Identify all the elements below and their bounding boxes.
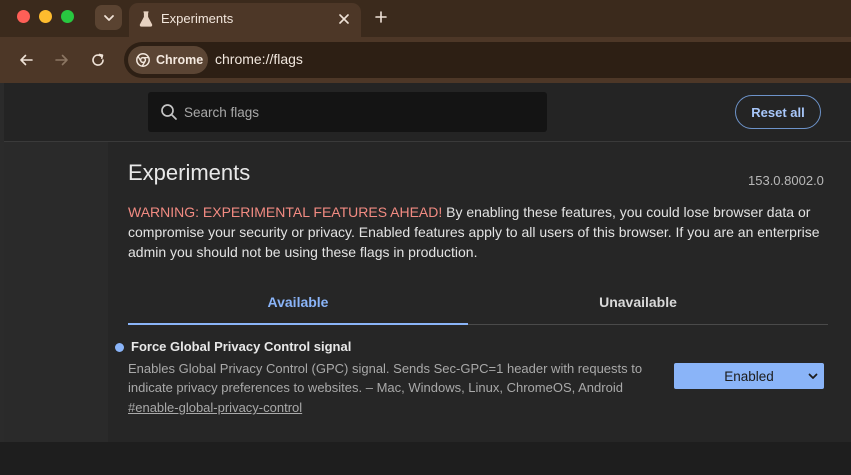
address-bar[interactable]: Chrome chrome://flags xyxy=(124,42,851,78)
selected-tab-indicator xyxy=(128,323,468,325)
reload-icon xyxy=(92,53,104,66)
warning-lead: WARNING: EXPERIMENTAL FEATURES AHEAD! xyxy=(128,204,443,220)
flags-header: Reset all xyxy=(4,83,851,142)
tab-available[interactable]: Available xyxy=(128,280,468,324)
tab-search-button[interactable] xyxy=(95,5,122,30)
close-window-button[interactable] xyxy=(17,10,30,23)
minimize-window-button[interactable] xyxy=(39,10,52,23)
flag-name: Force Global Privacy Control signal xyxy=(131,339,352,354)
chip-label: Chrome xyxy=(156,53,204,67)
flags-content: Experiments 153.0.8002.0 WARNING: EXPERI… xyxy=(108,142,851,442)
search-input[interactable] xyxy=(184,92,534,132)
tab-experiments[interactable]: Experiments xyxy=(129,3,361,37)
tab-close-button[interactable] xyxy=(335,10,353,28)
maximize-window-button[interactable] xyxy=(61,10,74,23)
chevron-down-icon xyxy=(808,373,818,379)
flag-tabs: Available Unavailable xyxy=(128,280,828,325)
flag-state-value: Enabled xyxy=(724,368,774,384)
search-icon xyxy=(161,104,177,120)
new-tab-button[interactable] xyxy=(372,8,390,26)
arrow-right-icon xyxy=(55,54,68,66)
tab-unavailable[interactable]: Unavailable xyxy=(468,280,808,324)
flag-permalink[interactable]: #enable-global-privacy-control xyxy=(128,400,302,415)
chevron-down-icon xyxy=(103,14,114,21)
reset-all-button[interactable]: Reset all xyxy=(735,95,821,129)
title-bar: Experiments xyxy=(0,0,851,37)
forward-button[interactable] xyxy=(52,50,72,70)
plus-icon xyxy=(375,11,387,23)
tab-title: Experiments xyxy=(161,11,234,26)
back-button[interactable] xyxy=(16,50,36,70)
close-icon xyxy=(339,14,349,24)
page-title: Experiments xyxy=(128,160,251,185)
flag-modified-dot xyxy=(115,343,124,352)
url-text[interactable]: chrome://flags xyxy=(215,51,303,67)
flag-description: Enables Global Privacy Control (GPC) sig… xyxy=(128,361,643,395)
reload-button[interactable] xyxy=(88,50,108,70)
bottom-strip xyxy=(0,442,851,475)
toolbar: Chrome chrome://flags xyxy=(0,37,851,83)
warning-text: WARNING: EXPERIMENTAL FEATURES AHEAD! By… xyxy=(128,202,828,262)
chrome-icon xyxy=(136,53,150,67)
left-panel xyxy=(4,142,108,442)
flask-icon xyxy=(139,11,153,27)
flag-state-select[interactable]: Enabled xyxy=(674,363,824,389)
site-info-chip[interactable]: Chrome xyxy=(128,46,208,74)
version-label: 153.0.8002.0 xyxy=(748,173,824,188)
search-box[interactable] xyxy=(148,92,547,132)
arrow-left-icon xyxy=(20,54,33,66)
